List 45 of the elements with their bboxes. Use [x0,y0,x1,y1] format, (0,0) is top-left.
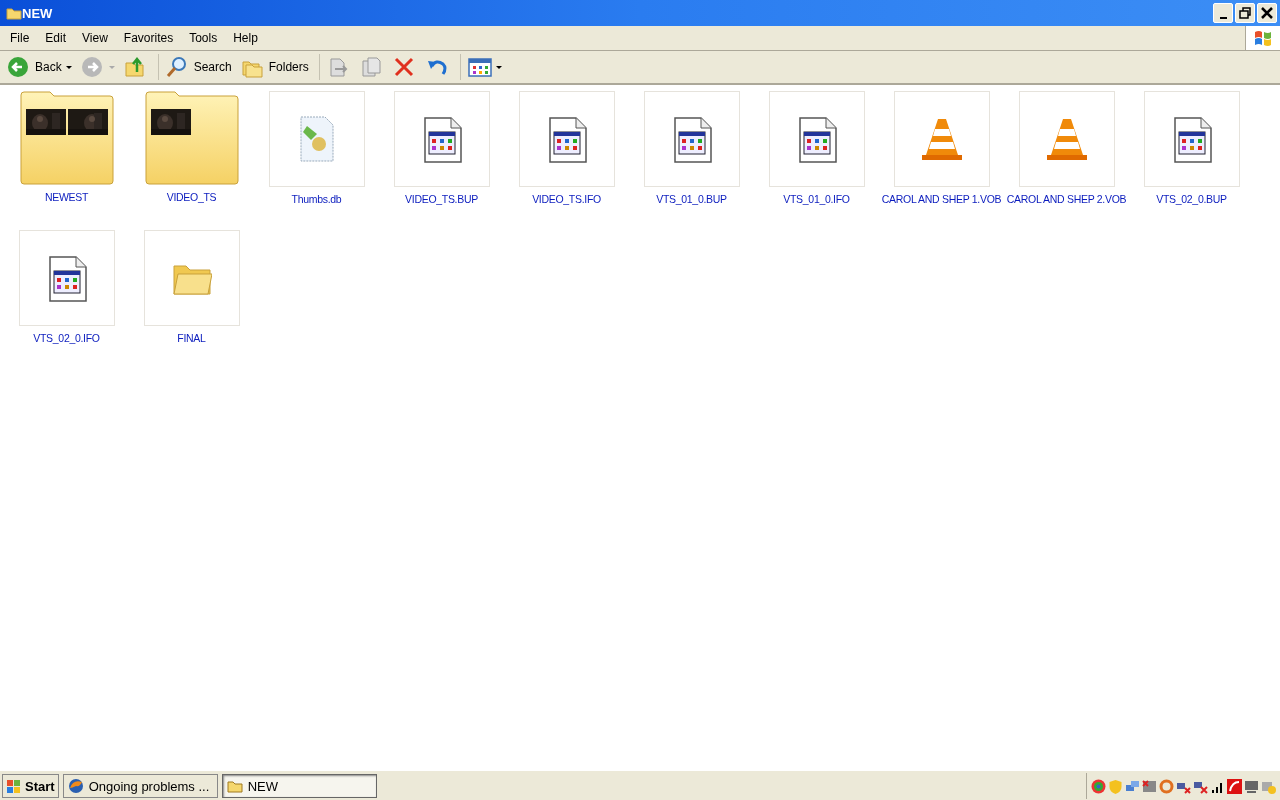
monitor-icon[interactable] [1244,778,1259,794]
file-name[interactable]: VIDEO_TS.BUP [405,193,478,205]
file-name[interactable]: VIDEO_TS [166,191,217,203]
minimize-button[interactable] [1213,3,1233,23]
back-button[interactable]: Back [4,54,75,80]
close-icon [1261,7,1273,19]
minimize-icon [1219,17,1227,19]
search-button[interactable]: Search [162,54,235,80]
menu-item[interactable]: Help [225,29,266,47]
folder-icon [226,779,243,793]
file-name[interactable]: FINAL [177,332,206,344]
windows-logo-icon [1253,28,1273,48]
network-icon[interactable] [1125,778,1140,794]
file-name[interactable]: CAROL AND SHEP 1.VOB [881,193,1002,205]
file-name[interactable]: CAROL AND SHEP 2.VOB [1006,193,1127,205]
file-name[interactable]: VTS_02_0.IFO [33,332,100,344]
ring-icon[interactable] [1159,778,1174,794]
caret-icon [65,65,72,69]
restore-button[interactable] [1235,3,1255,23]
folder-icon [6,6,22,20]
taskbar-button[interactable]: NEW [221,774,377,798]
windows-logo-icon [6,778,22,794]
menu-item[interactable]: View [74,29,116,47]
file-name[interactable]: Thumbs.db [291,193,342,205]
file-name[interactable]: NEWEST [44,191,89,203]
close-button[interactable] [1257,3,1277,23]
restore-icon [1239,7,1251,19]
caret-icon [108,65,115,69]
pages-icon [359,56,384,78]
menu-item[interactable]: Favorites [115,29,182,47]
window-title: NEW [22,5,54,21]
file-name[interactable]: VTS_01_0.IFO [783,193,850,205]
start-button[interactable]: Start [2,774,59,798]
file-name[interactable]: VIDEO_TS.IFO [532,193,601,205]
menu-item[interactable]: Edit [37,29,75,47]
file-name[interactable]: VTS_02_0.BUP [1156,193,1227,205]
menu-item[interactable]: Tools [181,29,226,47]
caret-icon [495,65,502,69]
view-grid-icon [467,56,492,78]
taskbar-button[interactable]: Ongoing problems ... [62,774,218,798]
disc-icon[interactable] [1091,778,1106,794]
folders-button[interactable]: Folders [237,54,312,80]
globe-icon [67,778,84,794]
menu-item[interactable]: File [2,29,38,47]
file-name[interactable]: VTS_01_0.BUP [656,193,727,205]
